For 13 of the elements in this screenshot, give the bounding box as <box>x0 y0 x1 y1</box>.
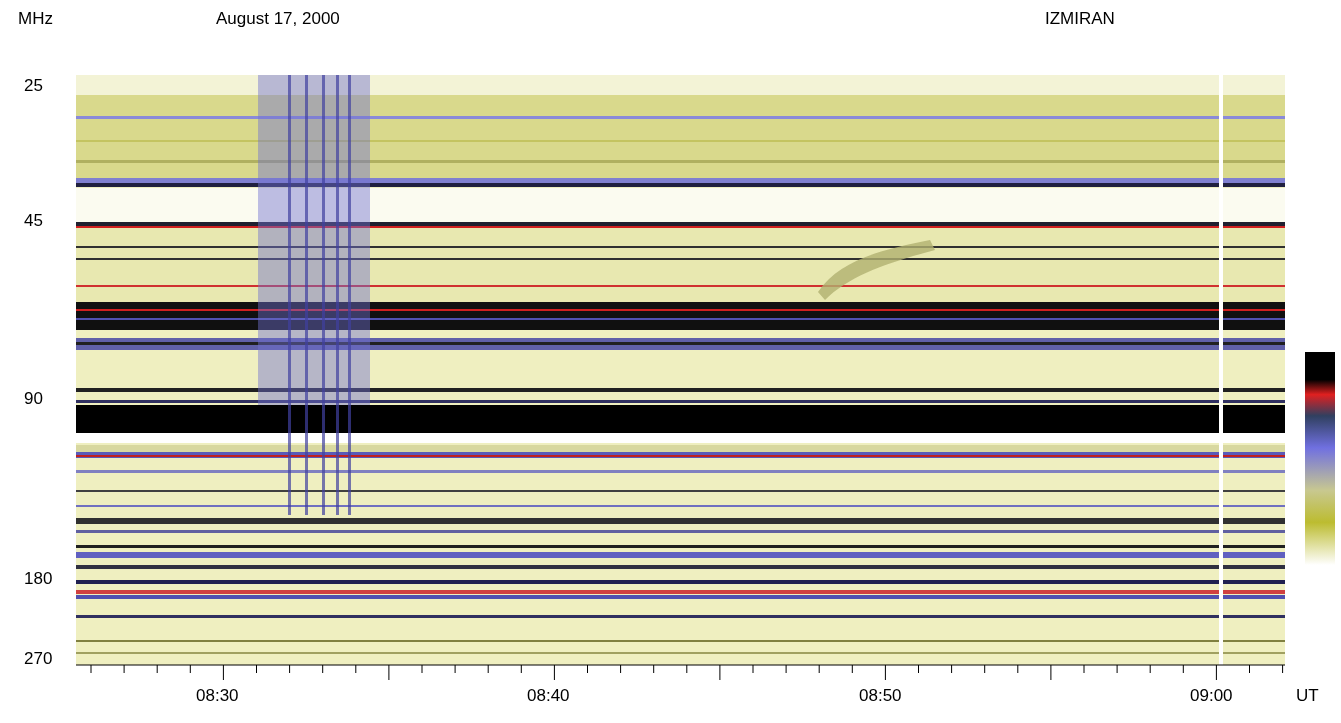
y-tick-label: 25 <box>24 77 43 94</box>
x-tick-label: 08:30 <box>196 687 239 704</box>
x-tick-label: 08:50 <box>859 687 902 704</box>
y-tick-label: 270 <box>24 650 53 667</box>
y-tick-label: 90 <box>24 390 43 407</box>
chart-title: August 17, 2000 <box>216 10 340 27</box>
y-tick-label: 45 <box>24 212 43 229</box>
x-tick-label: 08:40 <box>527 687 570 704</box>
y-axis-unit: MHz <box>18 10 53 27</box>
x-tick-label: 09:00 <box>1190 687 1233 704</box>
station-name: IZMIRAN <box>1045 10 1115 27</box>
x-axis-unit: UT <box>1296 687 1319 704</box>
y-tick-label: 180 <box>24 570 53 587</box>
